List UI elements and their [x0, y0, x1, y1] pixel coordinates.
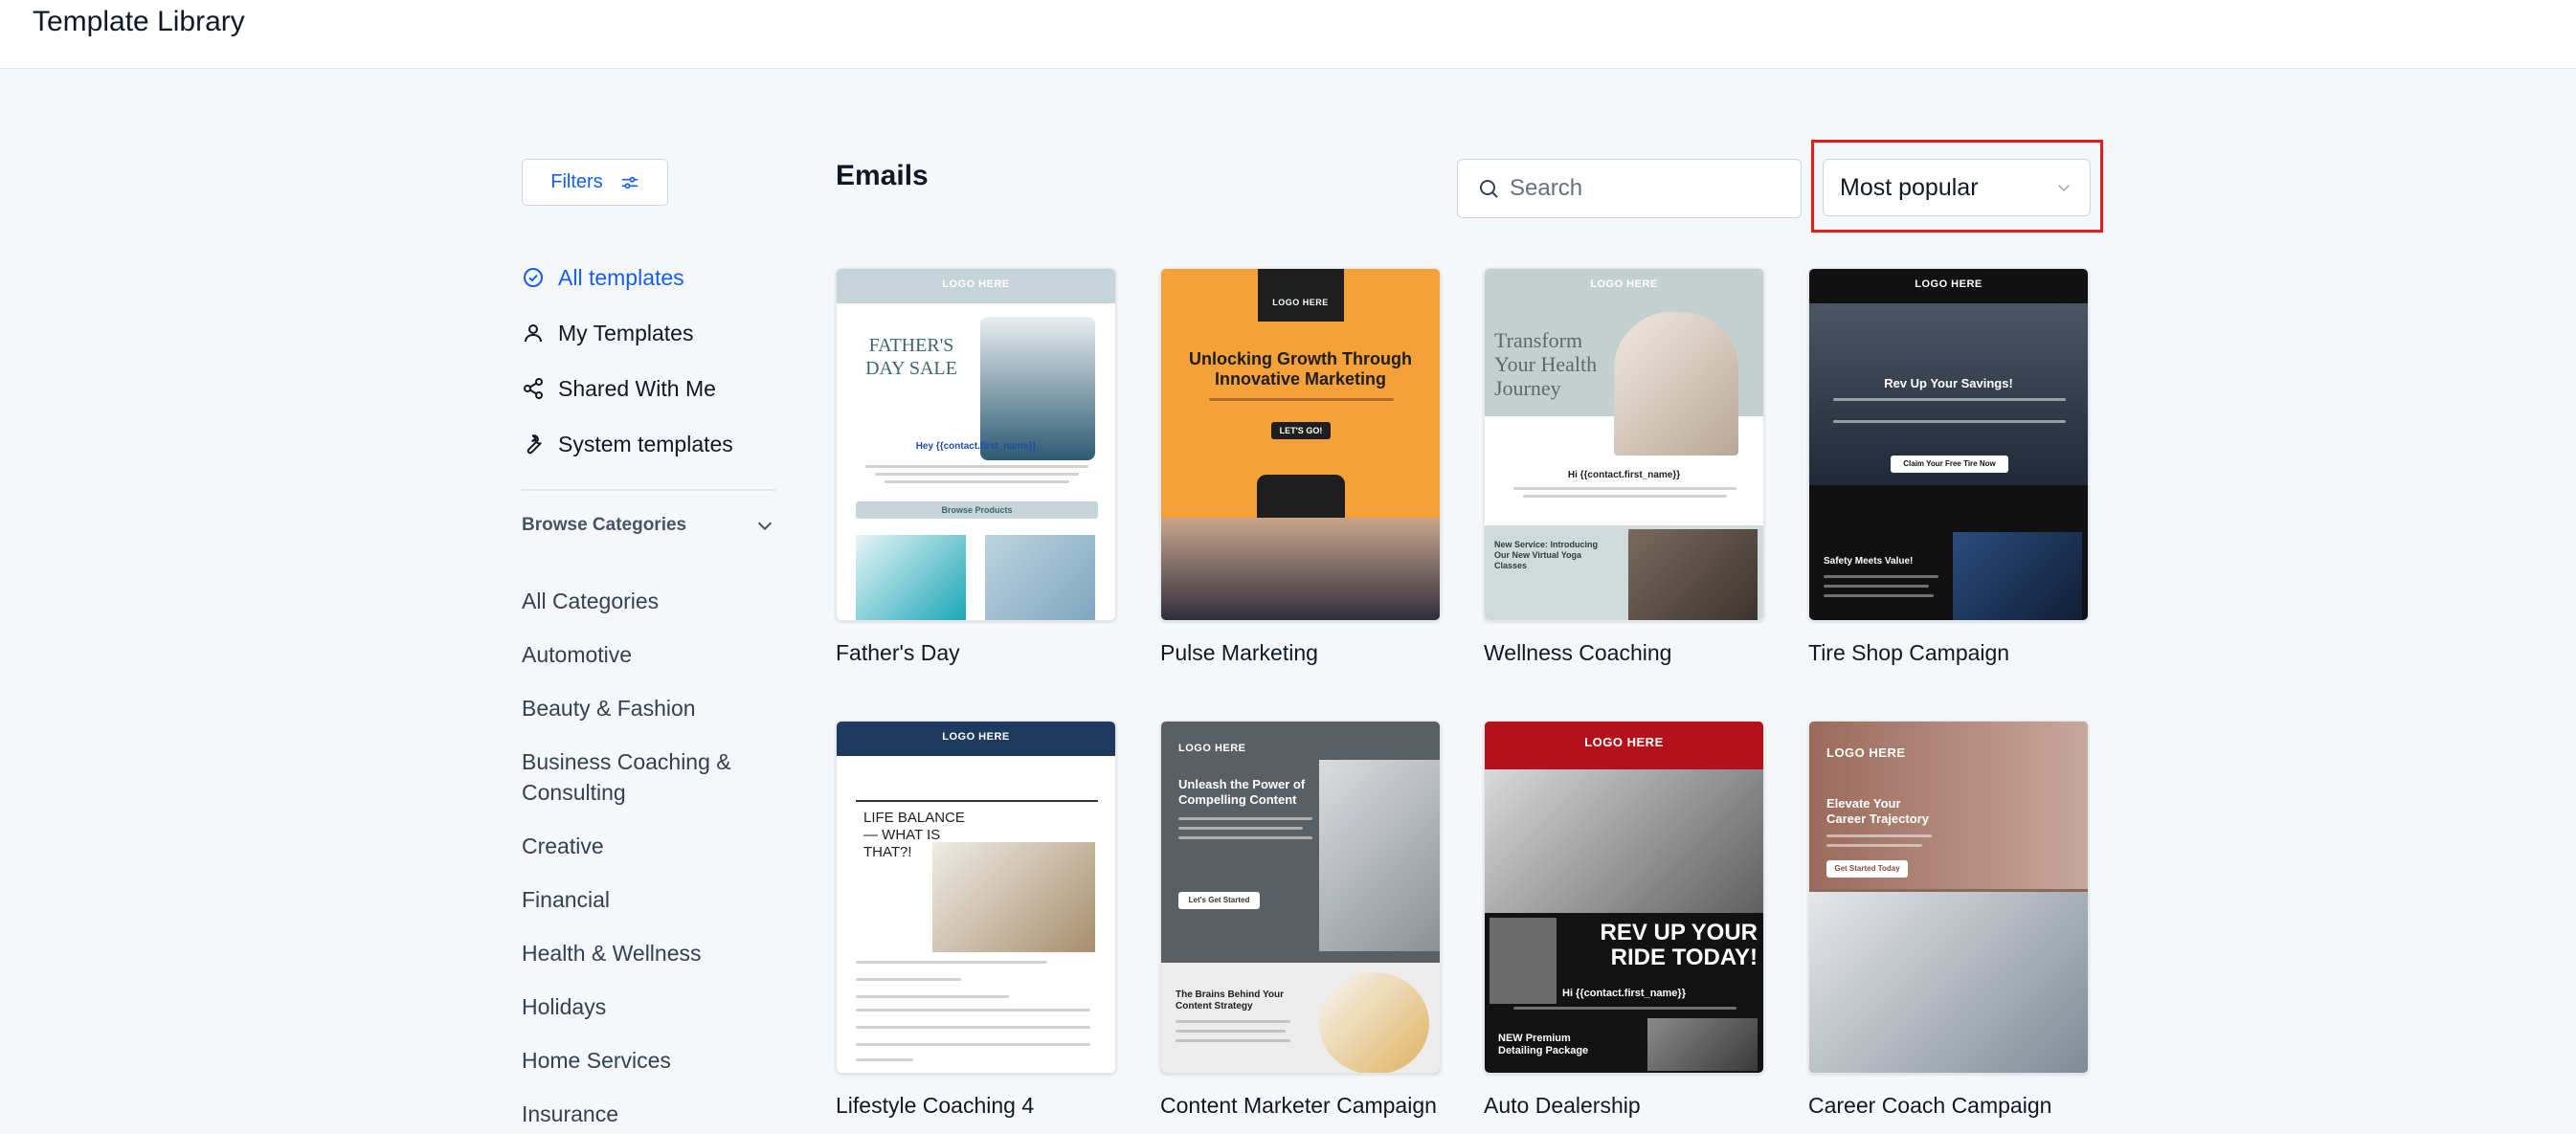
- thumb-button: Browse Products: [856, 501, 1098, 519]
- logo-text: LOGO HERE: [1826, 745, 1906, 760]
- search-box[interactable]: [1457, 159, 1802, 218]
- sidebar-divider: [522, 489, 775, 491]
- chevron-down-icon: [2058, 185, 2070, 192]
- template-thumbnail[interactable]: LOGO HERE LIFE BALANCE — WHAT IS THAT?!: [836, 721, 1116, 1074]
- category-automotive[interactable]: Automotive: [522, 639, 790, 670]
- template-title: Wellness Coaching: [1484, 640, 1672, 665]
- template-title: Pulse Marketing: [1160, 640, 1318, 665]
- browse-categories-label: Browse Categories: [522, 515, 687, 535]
- template-title: Content Marketer Campaign: [1160, 1093, 1437, 1118]
- logo-text: LOGO HERE: [1272, 298, 1329, 307]
- thumb-headline: Unlocking Growth Through Innovative Mark…: [1189, 349, 1412, 389]
- thumb-headline: Transform Your Health Journey: [1494, 328, 1598, 400]
- template-title: Lifestyle Coaching 4: [836, 1093, 1035, 1118]
- browse-categories-toggle[interactable]: Browse Categories: [522, 515, 775, 536]
- sidebar-item-label: System templates: [558, 431, 733, 456]
- template-title: Tire Shop Campaign: [1808, 640, 2010, 665]
- thumb-button: Get Started Today: [1826, 860, 1908, 878]
- sidebar-item-my-templates[interactable]: My Templates: [522, 316, 693, 350]
- search-icon: [1480, 180, 1498, 198]
- category-creative[interactable]: Creative: [522, 831, 790, 861]
- template-card[interactable]: LOGO HERE FATHER'S DAY SALE Hey {{contac…: [836, 268, 1116, 666]
- template-thumbnail[interactable]: LOGO HERE Elevate Your Career Trajectory…: [1808, 721, 2089, 1074]
- filters-button[interactable]: Filters: [522, 159, 668, 206]
- template-card[interactable]: LOGO HERE REV UP YOUR RIDE TODAY! Hi {{c…: [1484, 721, 1764, 1119]
- category-health-wellness[interactable]: Health & Wellness: [522, 938, 790, 968]
- thumb-greeting: Hey {{contact.first_name}}: [915, 441, 1037, 452]
- category-beauty-fashion[interactable]: Beauty & Fashion: [522, 693, 790, 723]
- sidebar-item-label: My Templates: [558, 320, 694, 345]
- thumb-greeting: Hi {{contact.first_name}}: [1567, 470, 1681, 480]
- thumb-button: Claim Your Free Tire Now: [1891, 456, 2008, 473]
- template-card[interactable]: LOGO HERE Unleash the Power of Compellin…: [1160, 721, 1441, 1119]
- sidebar-item-all-templates[interactable]: All templates: [522, 260, 684, 295]
- thumb-subhead: Safety Meets Value!: [1824, 556, 1914, 567]
- page-title: Template Library: [33, 6, 245, 37]
- template-title: Father's Day: [836, 640, 960, 665]
- template-thumbnail[interactable]: LOGO HERE Unlocking Growth Through Innov…: [1160, 268, 1441, 621]
- section-title: Emails: [836, 160, 929, 191]
- logo-text: LOGO HERE: [1915, 278, 1982, 290]
- sort-select[interactable]: Most popular: [1823, 159, 2091, 216]
- category-business-coaching[interactable]: Business Coaching & Consulting: [522, 746, 771, 808]
- category-insurance[interactable]: Insurance: [522, 1099, 790, 1129]
- sort-selected-value: Most popular: [1840, 173, 1979, 201]
- sidebar-item-shared-with-me[interactable]: Shared With Me: [522, 371, 716, 406]
- user-icon: [525, 324, 542, 343]
- thumb-headline: Rev Up Your Savings!: [1884, 376, 2013, 390]
- logo-text: LOGO HERE: [942, 731, 1010, 743]
- check-circle-icon: [524, 268, 543, 287]
- thumb-headline: FATHER'S DAY SALE: [865, 335, 957, 379]
- template-thumbnail[interactable]: LOGO HERE REV UP YOUR RIDE TODAY! Hi {{c…: [1484, 721, 1764, 1074]
- chevron-down-icon: [757, 522, 773, 531]
- thumb-button: Let's Get Started: [1178, 892, 1260, 909]
- top-bar: Template Library: [0, 0, 2576, 69]
- category-all-categories[interactable]: All Categories: [522, 586, 790, 616]
- thumb-button: LET'S GO!: [1271, 422, 1331, 439]
- logo-text: LOGO HERE: [942, 278, 1010, 290]
- template-card[interactable]: LOGO HERE Elevate Your Career Trajectory…: [1808, 721, 2089, 1119]
- template-card[interactable]: LOGO HERE LIFE BALANCE — WHAT IS THAT?! …: [836, 721, 1116, 1119]
- thumb-subhead: New Service: Introducing Our New Virtual…: [1494, 540, 1599, 570]
- sidebar-item-system-templates[interactable]: System templates: [522, 427, 733, 461]
- template-title: Auto Dealership: [1484, 1093, 1641, 1118]
- thumb-subhead: The Brains Behind Your Content Strategy: [1176, 989, 1284, 1012]
- logo-text: LOGO HERE: [1178, 743, 1246, 754]
- sliders-icon: [621, 176, 638, 189]
- template-title: Career Coach Campaign: [1808, 1093, 2052, 1118]
- template-card[interactable]: LOGO HERE Transform Your Health Journey …: [1484, 268, 1764, 666]
- sidebar-item-label: Shared With Me: [558, 375, 716, 401]
- template-thumbnail[interactable]: LOGO HERE FATHER'S DAY SALE Hey {{contac…: [836, 268, 1116, 621]
- filters-label: Filters: [550, 171, 603, 192]
- template-card[interactable]: LOGO HERE Rev Up Your Savings! Claim You…: [1808, 268, 2089, 666]
- thumb-subhead: NEW Premium Detailing Package: [1498, 1033, 1589, 1056]
- sidebar-item-label: All templates: [558, 264, 684, 290]
- category-financial[interactable]: Financial: [522, 884, 790, 915]
- search-input[interactable]: [1510, 175, 1778, 202]
- thumb-headline: REV UP YOUR RIDE TODAY!: [1600, 920, 1758, 970]
- category-home-services[interactable]: Home Services: [522, 1045, 790, 1076]
- template-card[interactable]: LOGO HERE Unlocking Growth Through Innov…: [1160, 268, 1441, 666]
- thumb-greeting: Hi {{contact.first_name}}: [1562, 988, 1686, 999]
- share-icon: [524, 378, 543, 399]
- logo-text: LOGO HERE: [1590, 278, 1658, 290]
- template-thumbnail[interactable]: LOGO HERE Rev Up Your Savings! Claim You…: [1808, 268, 2089, 621]
- template-thumbnail[interactable]: LOGO HERE Transform Your Health Journey …: [1484, 268, 1764, 621]
- thumb-headline: Unleash the Power of Compelling Content: [1178, 777, 1306, 807]
- logo-text: LOGO HERE: [1584, 735, 1664, 749]
- category-holidays[interactable]: Holidays: [522, 991, 790, 1022]
- thumb-headline: Elevate Your Career Trajectory: [1826, 796, 1929, 826]
- wrench-icon: [526, 434, 542, 455]
- template-thumbnail[interactable]: LOGO HERE Unleash the Power of Compellin…: [1160, 721, 1441, 1074]
